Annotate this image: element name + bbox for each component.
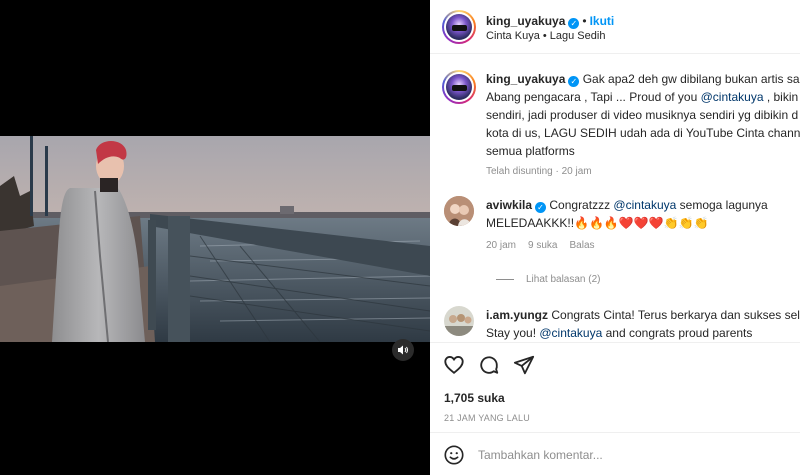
comment-input[interactable] bbox=[478, 445, 758, 465]
comment-avatar[interactable] bbox=[444, 196, 474, 226]
post-time[interactable]: 21 JAM YANG LALU bbox=[444, 413, 530, 423]
comment-username[interactable]: aviwkila bbox=[486, 198, 532, 212]
verified-icon: ✓ bbox=[568, 18, 580, 29]
add-comment-bar bbox=[430, 432, 800, 475]
caption-avatar[interactable] bbox=[442, 70, 476, 104]
header-location[interactable]: Cinta Kuya • Lagu Sedih bbox=[486, 30, 605, 42]
caption-edited: Telah disunting · 20 jam bbox=[486, 166, 592, 177]
like-button[interactable] bbox=[442, 353, 466, 377]
comment-mention[interactable]: @cintakuya bbox=[539, 326, 602, 340]
speaker-icon bbox=[398, 345, 408, 355]
smiley-icon bbox=[444, 445, 464, 465]
reply-button[interactable]: Balas bbox=[569, 240, 594, 251]
caption-mention[interactable]: @cintakuya bbox=[701, 90, 764, 104]
comment-bubble-icon bbox=[480, 356, 499, 374]
comment-avatar[interactable] bbox=[444, 306, 474, 336]
comment-text: Congratzzz bbox=[549, 198, 611, 212]
video-frame bbox=[0, 136, 430, 342]
caption-line-3: sendiri, jadi produser di video musiknya… bbox=[486, 108, 799, 122]
header-username[interactable]: king_uyakuya bbox=[486, 14, 565, 28]
post-header: king_uyakuya ✓ • Ikuti Cinta Kuya • Lagu Se… bbox=[430, 0, 800, 54]
caption-line-2: Abang pengacara , Tapi ... Proud of you bbox=[486, 90, 698, 104]
view-replies[interactable]: Lihat balasan (2) bbox=[496, 274, 601, 285]
avatar-photo bbox=[444, 196, 474, 226]
comment-2: i.am.yungz Congrats Cinta! Terus berkary… bbox=[486, 306, 800, 342]
reply-divider bbox=[496, 279, 514, 280]
avatar-photo bbox=[444, 306, 474, 336]
action-bar: 1,705 suka 21 JAM YANG LALU bbox=[430, 342, 800, 432]
avatar[interactable] bbox=[442, 10, 476, 44]
mute-button[interactable] bbox=[392, 339, 414, 361]
comment-1: aviwkila ✓ Congratzzz @cintakuya semoga l… bbox=[486, 196, 768, 251]
comment-meta: 20 jam 9 suka Balas bbox=[486, 240, 768, 251]
emoji-button[interactable] bbox=[442, 443, 466, 467]
comment-text-line-2: MELEDAAKKK!!🔥🔥🔥❤️❤️❤️👏👏👏 bbox=[486, 216, 709, 230]
likes-count[interactable]: 1,705 suka bbox=[444, 391, 505, 405]
comment-time[interactable]: 20 jam bbox=[486, 240, 516, 251]
comment-username[interactable]: i.am.yungz bbox=[486, 308, 548, 322]
caption-line-2-end: , bikin bbox=[766, 90, 799, 104]
share-button[interactable] bbox=[512, 353, 536, 377]
caption-line-1: Gak apa2 deh gw dibilang bukan artis sam bbox=[582, 72, 800, 86]
heart-icon bbox=[444, 356, 464, 374]
view-replies-label[interactable]: Lihat balasan (2) bbox=[526, 274, 601, 285]
post-panel: king_uyakuya ✓ • Ikuti Cinta Kuya • Lagu Se… bbox=[430, 0, 800, 475]
comment-text-end: semoga lagunya bbox=[679, 198, 768, 212]
comment-text: Congrats Cinta! Terus berkarya dan sukse… bbox=[551, 308, 800, 322]
video-player[interactable] bbox=[0, 136, 430, 342]
caption-line-4: kota di us, LAGU SEDIH udah ada di YouTu… bbox=[486, 126, 800, 140]
header-title-row: king_uyakuya ✓ • Ikuti bbox=[486, 12, 614, 30]
caption-username[interactable]: king_uyakuya bbox=[486, 72, 565, 86]
comment-button[interactable] bbox=[477, 353, 501, 377]
comment-text-end: and congrats proud parents bbox=[605, 326, 753, 340]
verified-icon: ✓ bbox=[535, 202, 547, 213]
media-panel bbox=[0, 0, 430, 475]
follow-button[interactable]: Ikuti bbox=[590, 14, 615, 28]
comment-likes[interactable]: 9 suka bbox=[528, 240, 557, 251]
dot-separator: • bbox=[582, 14, 587, 28]
comment-mention[interactable]: @cintakuya bbox=[613, 198, 676, 212]
caption: king_uyakuya ✓ Gak apa2 deh gw dibilang b… bbox=[486, 70, 800, 177]
comment-text-line-2: Stay you! bbox=[486, 326, 537, 340]
caption-line-5: semua platforms bbox=[486, 144, 575, 158]
verified-icon: ✓ bbox=[568, 76, 580, 87]
paper-plane-icon bbox=[513, 355, 535, 375]
